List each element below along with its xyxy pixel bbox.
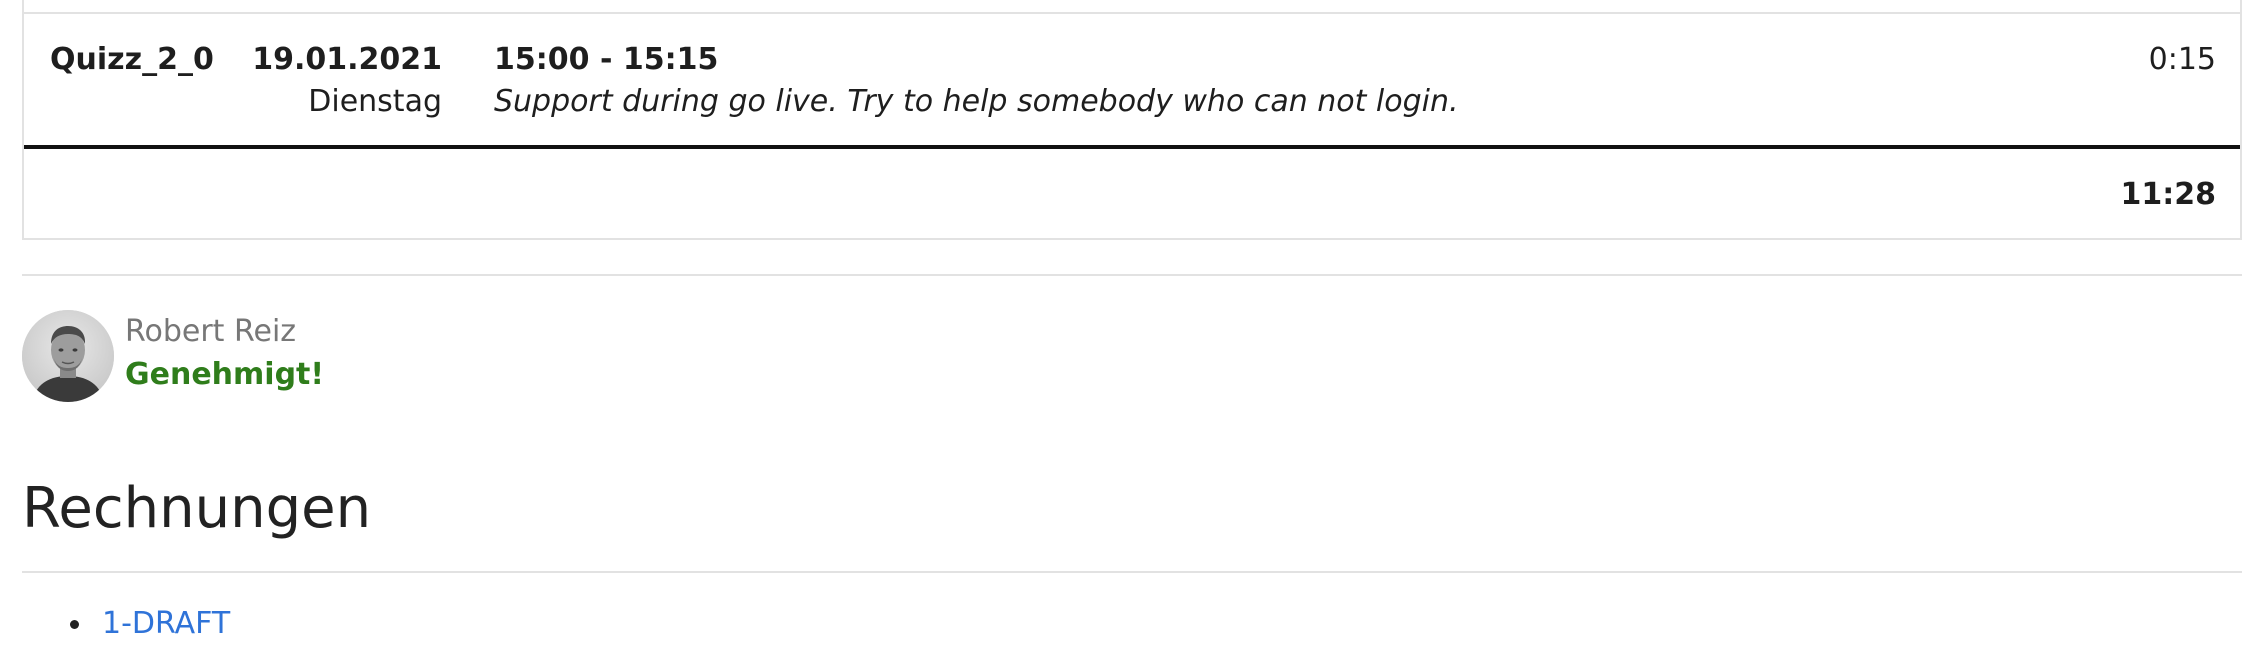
section-divider xyxy=(22,274,2242,276)
invoice-list: 1-DRAFT xyxy=(22,606,230,642)
entry-duration: 0:15 xyxy=(2148,42,2216,77)
approver-name: Robert Reiz xyxy=(125,314,297,349)
invoices-heading: Rechnungen xyxy=(22,476,372,541)
entry-date: 19.01.2021 xyxy=(252,42,442,77)
time-entry-table: Quizz_2_0 19.01.2021 Dienstag 15:00 - 15… xyxy=(22,0,2242,240)
total-divider xyxy=(24,145,2240,149)
section-divider xyxy=(22,571,2242,573)
list-item: 1-DRAFT xyxy=(22,606,230,642)
entry-weekday: Dienstag xyxy=(308,84,442,119)
entry-project: Quizz_2_0 xyxy=(50,42,214,77)
approver-avatar xyxy=(22,310,114,402)
page: Quizz_2_0 19.01.2021 Dienstag 15:00 - 15… xyxy=(0,0,2266,666)
bullet-icon xyxy=(70,620,79,629)
invoice-link-1-draft[interactable]: 1-DRAFT xyxy=(102,606,230,641)
table-divider xyxy=(24,12,2240,14)
approval-status: Genehmigt! xyxy=(125,357,325,392)
entry-description: Support during go live. Try to help some… xyxy=(494,84,1459,119)
entry-time-range: 15:00 - 15:15 xyxy=(494,42,719,77)
person-avatar-icon xyxy=(22,310,114,402)
total-duration: 11:28 xyxy=(2120,177,2217,212)
